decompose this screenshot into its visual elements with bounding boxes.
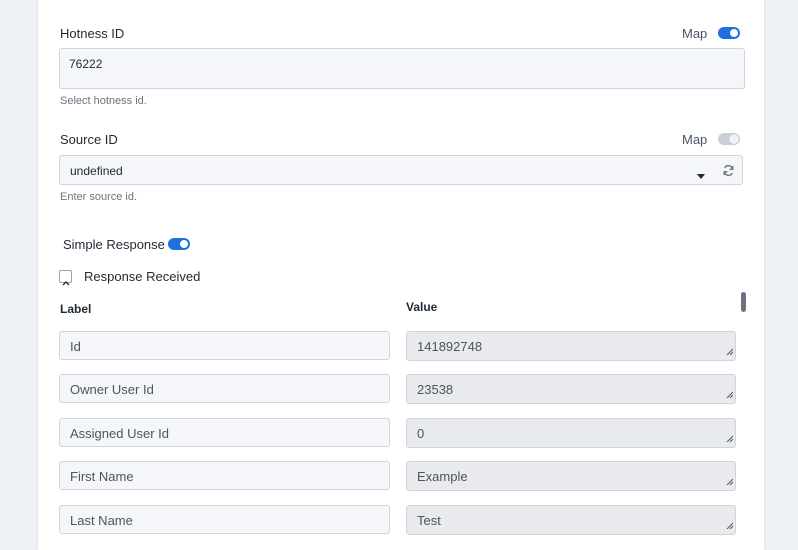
row-value-text: Test bbox=[417, 513, 441, 528]
row-value-text: Example bbox=[417, 469, 468, 484]
hotness-id-input[interactable]: 76222 bbox=[59, 48, 745, 89]
table-row-value[interactable]: 141892748 bbox=[406, 331, 736, 361]
simple-response-label: Simple Response bbox=[63, 237, 165, 252]
table-row-value[interactable]: Test bbox=[406, 505, 736, 535]
response-received-label: Response Received bbox=[84, 269, 201, 284]
table-row-label[interactable]: First Name bbox=[59, 461, 390, 490]
source-helper-text: Enter source id. bbox=[60, 191, 138, 203]
value-column-header: Value bbox=[406, 300, 438, 314]
hotness-helper-text: Select hotness id. bbox=[60, 95, 147, 107]
label-column-header: Label bbox=[60, 302, 92, 316]
form-card: Hotness ID Map 76222 Select hotness id. … bbox=[38, 0, 764, 550]
table-row-label[interactable]: Last Name bbox=[59, 505, 390, 534]
source-id-value: undefined bbox=[70, 164, 123, 178]
response-collapse-button[interactable] bbox=[59, 270, 72, 286]
hotness-map-label: Map bbox=[682, 26, 708, 41]
table-row-value[interactable]: Example bbox=[406, 461, 736, 491]
hotness-id-label: Hotness ID bbox=[60, 26, 125, 41]
table-row-label[interactable]: Owner User Id bbox=[59, 374, 390, 403]
row-label-text: First Name bbox=[70, 469, 134, 484]
hotness-map-toggle[interactable] bbox=[718, 27, 740, 39]
row-value-text: 23538 bbox=[417, 382, 454, 397]
table-scrollbar-thumb[interactable] bbox=[741, 292, 746, 312]
table-row-value[interactable]: 23538 bbox=[406, 374, 736, 404]
row-value-text: 141892748 bbox=[417, 339, 483, 354]
row-label-text: Owner User Id bbox=[70, 382, 154, 397]
source-id-select[interactable]: undefined bbox=[59, 155, 716, 185]
resize-grip-icon[interactable] bbox=[726, 343, 734, 358]
simple-response-toggle[interactable] bbox=[168, 238, 190, 250]
row-label-text: Assigned User Id bbox=[70, 426, 169, 441]
refresh-icon bbox=[722, 164, 735, 182]
table-row-value[interactable]: 0 bbox=[406, 418, 736, 448]
resize-grip-icon[interactable] bbox=[726, 386, 734, 401]
source-id-label: Source ID bbox=[60, 132, 118, 147]
row-value-text: 0 bbox=[417, 426, 425, 441]
row-label-text: Id bbox=[70, 339, 81, 354]
hotness-id-value: 76222 bbox=[69, 57, 103, 71]
source-refresh-button[interactable] bbox=[715, 155, 743, 185]
row-label-text: Last Name bbox=[70, 513, 133, 528]
chevron-up-icon bbox=[62, 273, 70, 291]
source-map-toggle[interactable] bbox=[718, 133, 740, 145]
source-map-label: Map bbox=[682, 132, 708, 147]
table-row-label[interactable]: Assigned User Id bbox=[59, 418, 390, 447]
caret-down-icon bbox=[697, 168, 705, 182]
resize-grip-icon[interactable] bbox=[726, 430, 734, 445]
table-row-label[interactable]: Id bbox=[59, 331, 390, 360]
resize-grip-icon[interactable] bbox=[726, 517, 734, 532]
resize-grip-icon[interactable] bbox=[726, 473, 734, 488]
